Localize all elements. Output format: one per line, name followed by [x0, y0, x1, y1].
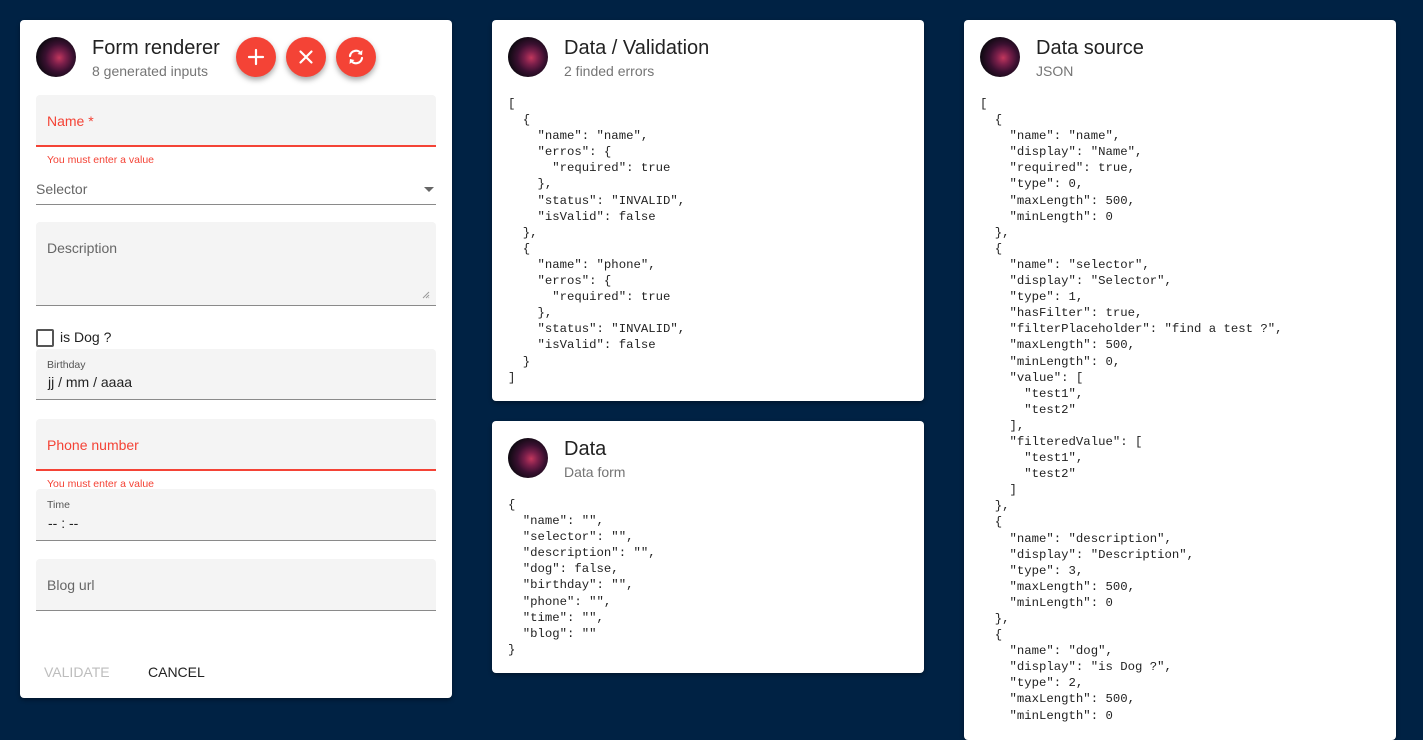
form-card-subtitle: 8 generated inputs: [92, 63, 208, 79]
data-json: { "name": "", "selector": "", "descripti…: [508, 498, 656, 657]
time-placeholder: -- : --: [48, 515, 79, 531]
validation-json: [ { "name": "name", "erros": { "required…: [508, 97, 686, 385]
resize-grip-icon[interactable]: [422, 291, 430, 299]
clear-button[interactable]: [286, 37, 326, 77]
source-card-title: Data source: [1036, 37, 1144, 59]
selector-label: Selector: [36, 181, 88, 197]
name-error-message: You must enter a value: [47, 154, 155, 166]
chevron-down-icon: [424, 187, 434, 192]
refresh-button[interactable]: [336, 37, 376, 77]
birthday-placeholder: jj / mm / aaaa: [48, 374, 133, 390]
validation-card-header: Data / Validation 2 finded errors: [492, 20, 924, 94]
blog-url-label: Blog url: [47, 577, 95, 593]
validation-card: Data / Validation 2 finded errors [ { "n…: [492, 20, 924, 401]
avatar: [508, 37, 548, 77]
avatar: [36, 37, 76, 77]
time-input[interactable]: Time -- : --: [36, 489, 436, 541]
form-card-title: Form renderer: [92, 37, 220, 59]
data-card-title: Data: [564, 438, 607, 460]
selector-dropdown[interactable]: Selector: [36, 175, 436, 205]
validate-button[interactable]: VALIDATE: [44, 664, 110, 680]
source-card-header: Data source JSON: [964, 20, 1396, 94]
phone-field[interactable]: Phone number: [36, 419, 436, 471]
form-card-header: Form renderer 8 generated inputs: [20, 20, 452, 94]
validation-card-subtitle: 2 finded errors: [564, 63, 655, 79]
source-json: [ { "name": "name", "display": "Name", "…: [980, 97, 1283, 723]
is-dog-checkbox-row[interactable]: is Dog ?: [36, 328, 236, 348]
add-button[interactable]: [236, 37, 276, 77]
birthday-label: Birthday: [47, 359, 86, 371]
data-source-card: Data source JSON [ { "name": "name", "di…: [964, 20, 1396, 740]
phone-field-label: Phone number: [47, 437, 139, 453]
name-field[interactable]: Name *: [36, 95, 436, 147]
plus-icon: [247, 48, 265, 66]
blog-url-field[interactable]: Blog url: [36, 559, 436, 611]
data-card: Data Data form { "name": "", "selector":…: [492, 421, 924, 673]
avatar: [980, 37, 1020, 77]
source-card-subtitle: JSON: [1036, 63, 1074, 79]
avatar: [508, 438, 548, 478]
data-card-subtitle: Data form: [564, 464, 626, 480]
is-dog-checkbox[interactable]: [36, 329, 54, 347]
description-textarea[interactable]: Description: [36, 222, 436, 306]
form-renderer-card: Form renderer 8 generated inputs Name * …: [20, 20, 452, 698]
birthday-date-input[interactable]: Birthday jj / mm / aaaa: [36, 349, 436, 400]
validation-card-title: Data / Validation: [564, 37, 710, 59]
description-label: Description: [47, 240, 118, 256]
cancel-button[interactable]: CANCEL: [148, 664, 205, 680]
time-label: Time: [47, 499, 70, 511]
refresh-icon: [348, 49, 364, 65]
close-icon: [299, 50, 313, 64]
is-dog-label: is Dog ?: [60, 329, 112, 345]
data-card-header: Data Data form: [492, 421, 924, 495]
name-field-label: Name *: [47, 113, 94, 129]
